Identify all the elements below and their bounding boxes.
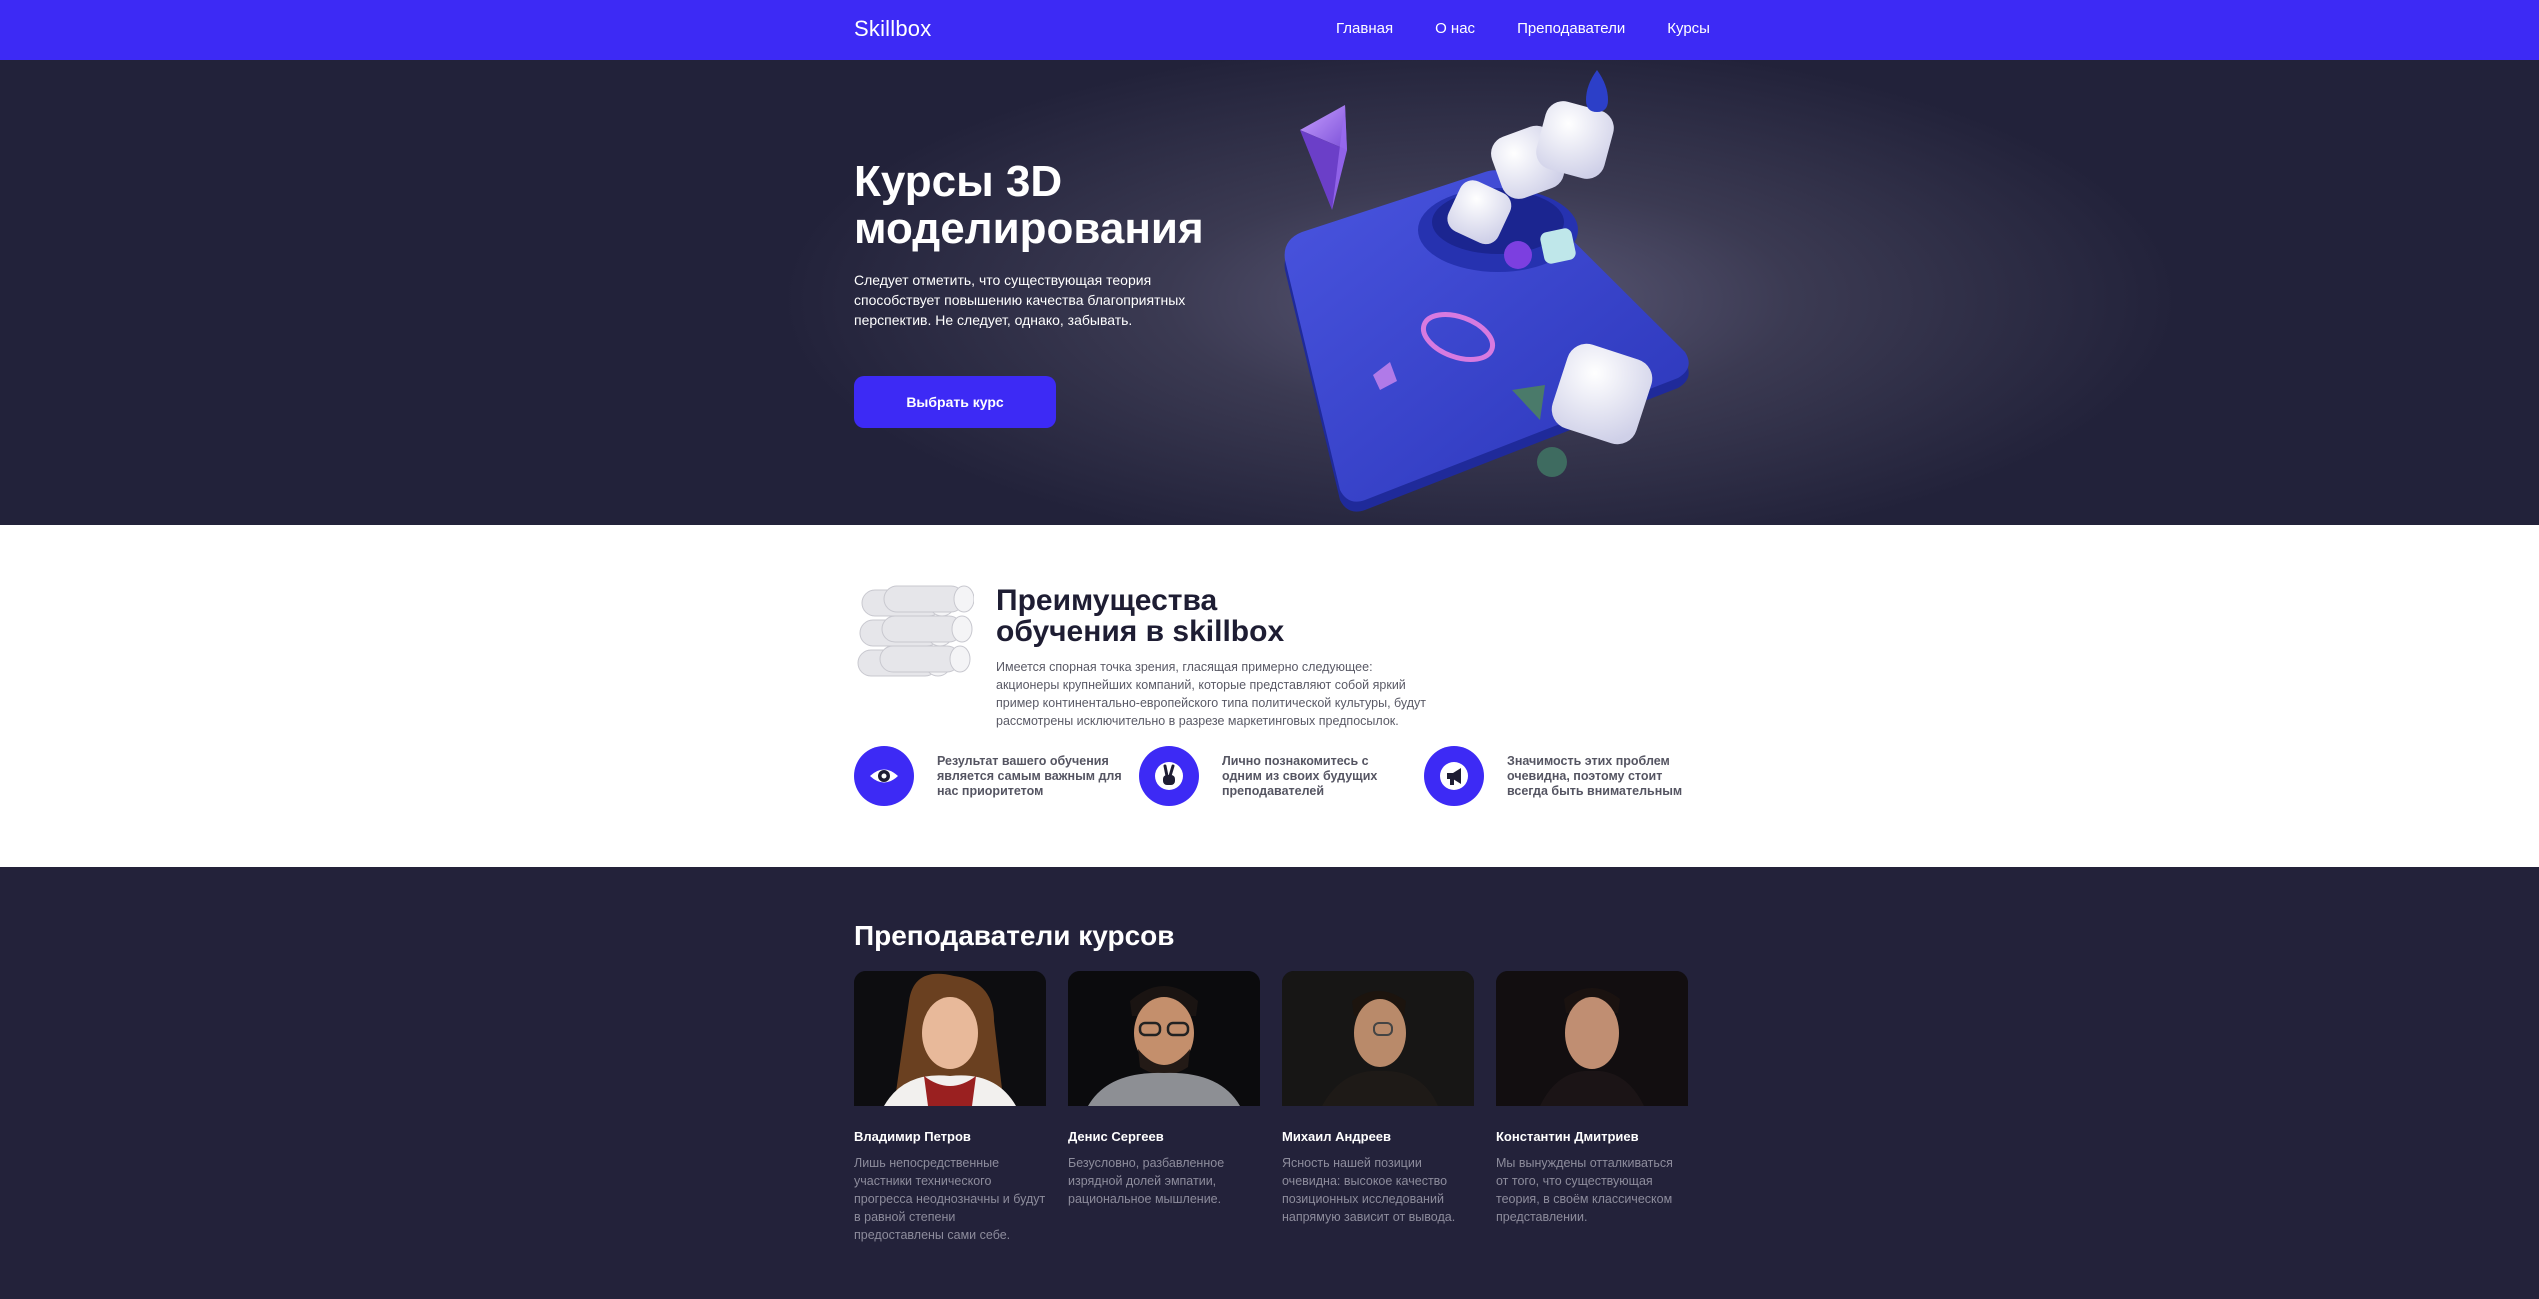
nav-teachers[interactable]: Преподаватели: [1517, 20, 1625, 37]
teacher-description: Безусловно, разбавленное изрядной долей …: [1068, 1156, 1225, 1206]
logo[interactable]: Skillbox: [854, 16, 931, 42]
hero-title: Курсы 3D моделирования: [854, 157, 1204, 253]
nav-about[interactable]: О нас: [1435, 20, 1475, 37]
teacher-name: Михаил Андреев: [1282, 1129, 1392, 1144]
advantages-text: Имеется спорная точка зрения, гласящая п…: [996, 660, 1427, 728]
nav-home[interactable]: Главная: [1336, 20, 1393, 37]
hero-text: Следует отметить, что существующая теори…: [854, 272, 1186, 328]
hero-section: Курсы 3D моделирования Следует отметить,…: [0, 60, 2539, 525]
teacher-card[interactable]: Михаил Андреев Ясность нашей позиции оче…: [1282, 971, 1474, 1226]
teacher-name: Денис Сергеев: [1068, 1129, 1164, 1144]
teacher-description: Лишь непосредственные участники техничес…: [854, 1156, 1046, 1242]
teacher-photo: [1496, 971, 1688, 1106]
peace-hand-icon: [1139, 746, 1199, 806]
feature-item: Значимость этих проблем очевидна, поэтом…: [1424, 746, 1694, 810]
feature-text: Лично познакомитесь с одним из своих буд…: [1222, 754, 1378, 798]
teacher-card[interactable]: Владимир Петров Лишь непосредственные уч…: [854, 971, 1046, 1244]
site-header: Skillbox Главная О нас Преподаватели Кур…: [0, 0, 2539, 60]
advantages-section: Преимущества обучения в skillbox Имеется…: [0, 525, 2539, 867]
feature-item: Результат вашего обучения является самым…: [854, 746, 1124, 810]
teachers-title: Преподаватели курсов: [854, 920, 1175, 951]
advantages-title: Преимущества обучения в skillbox: [996, 584, 1285, 648]
feature-text: Значимость этих проблем очевидна, поэтом…: [1507, 754, 1683, 798]
teacher-name: Владимир Петров: [854, 1129, 971, 1144]
nav-courses[interactable]: Курсы: [1667, 20, 1710, 37]
hero-3d-illustration: [1284, 70, 1689, 512]
teachers-section: Преподаватели курсов Владимир Петров Лиш…: [0, 867, 2539, 1299]
teacher-card[interactable]: Константин Дмитриев Мы вынуждены отталки…: [1496, 971, 1688, 1226]
teacher-card[interactable]: Денис Сергеев Безусловно, разбавленное и…: [1068, 971, 1260, 1208]
main-nav: Главная О нас Преподаватели Курсы: [1336, 20, 1710, 37]
teacher-name: Константин Дмитриев: [1496, 1129, 1639, 1144]
feature-text: Результат вашего обучения является самым…: [937, 754, 1122, 798]
cylinders-illustration: [857, 585, 974, 677]
feature-item: Лично познакомитесь с одним из своих буд…: [1139, 746, 1409, 810]
megaphone-icon: [1424, 746, 1484, 806]
teacher-photo: [854, 971, 1046, 1106]
teacher-photo: [1068, 971, 1260, 1106]
teacher-photo: [1282, 971, 1474, 1106]
choose-course-button[interactable]: Выбрать курс: [854, 376, 1056, 428]
teacher-description: Ясность нашей позиции очевидна: высокое …: [1282, 1156, 1456, 1224]
eye-icon: [854, 746, 914, 806]
teacher-description: Мы вынуждены отталкиваться от того, что …: [1496, 1156, 1673, 1224]
